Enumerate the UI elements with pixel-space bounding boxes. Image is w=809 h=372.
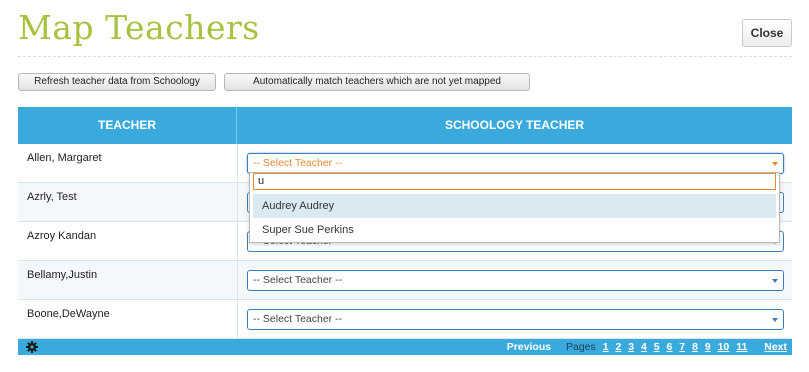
table-footer: Previous Pages 1 2 3 4 5 6 7 8 9 10 11 N…	[18, 339, 792, 355]
pagination: Previous Pages 1 2 3 4 5 6 7 8 9 10 11 N…	[503, 341, 787, 355]
page-link-2[interactable]: 2	[615, 341, 621, 353]
chevron-down-icon	[772, 279, 778, 283]
gear-icon[interactable]	[25, 340, 39, 354]
dropdown-option[interactable]: Audrey Audrey	[253, 194, 776, 218]
column-divider	[237, 144, 238, 182]
teacher-name: Boone,DeWayne	[27, 308, 110, 320]
schoology-teacher-select[interactable]: -- Select Teacher --	[247, 270, 784, 291]
teacher-dropdown-list: u Audrey Audrey Super Sue Perkins	[249, 172, 780, 243]
column-header-teacher: TEACHER	[18, 107, 237, 144]
dropdown-search-input[interactable]: u	[253, 173, 776, 190]
auto-match-teachers-button[interactable]: Automatically match teachers which are n…	[224, 73, 530, 91]
table-header: TEACHER SCHOOLOGY TEACHER	[18, 107, 792, 144]
page-link-6[interactable]: 6	[667, 341, 673, 353]
page-link-1[interactable]: 1	[603, 341, 609, 353]
select-value: -- Select Teacher --	[253, 274, 343, 286]
column-divider	[237, 183, 238, 221]
schoology-teacher-select[interactable]: -- Select Teacher --	[247, 309, 784, 330]
page-link-3[interactable]: 3	[628, 341, 634, 353]
select-value: -- Select Teacher --	[253, 313, 343, 325]
pages-label: Pages	[566, 341, 596, 353]
teacher-name: Allen, Margaret	[27, 152, 102, 164]
page-link-5[interactable]: 5	[654, 341, 660, 353]
close-button[interactable]: Close	[742, 19, 792, 47]
schoology-teacher-select[interactable]: -- Select Teacher --	[247, 153, 784, 174]
page-link-11[interactable]: 11	[736, 341, 747, 353]
page-link-10[interactable]: 10	[718, 341, 730, 353]
chevron-down-icon	[772, 162, 778, 166]
page-link-8[interactable]: 8	[692, 341, 698, 353]
select-value: -- Select Teacher --	[253, 157, 343, 169]
teacher-name: Azroy Kandan	[27, 230, 97, 242]
refresh-teacher-data-button[interactable]: Refresh teacher data from Schoology	[18, 73, 216, 91]
dropdown-option[interactable]: Super Sue Perkins	[253, 218, 776, 242]
next-page-link[interactable]: Next	[764, 341, 787, 353]
column-divider	[237, 300, 238, 338]
column-divider	[237, 261, 238, 299]
table-row: Boone,DeWayne -- Select Teacher --	[18, 300, 792, 339]
page-link-4[interactable]: 4	[641, 341, 647, 353]
page-title: Map Teachers	[18, 8, 260, 47]
column-divider	[237, 222, 238, 260]
page-link-9[interactable]: 9	[705, 341, 711, 353]
table-row: Bellamy,Justin -- Select Teacher --	[18, 261, 792, 300]
column-header-schoology-teacher: SCHOOLOGY TEACHER	[444, 118, 585, 132]
teacher-name: Bellamy,Justin	[27, 269, 98, 281]
page-link-7[interactable]: 7	[679, 341, 685, 353]
title-divider	[18, 56, 792, 57]
chevron-down-icon	[772, 318, 778, 322]
teacher-name: Azrly, Test	[27, 191, 77, 203]
previous-page-link[interactable]: Previous	[507, 341, 551, 353]
